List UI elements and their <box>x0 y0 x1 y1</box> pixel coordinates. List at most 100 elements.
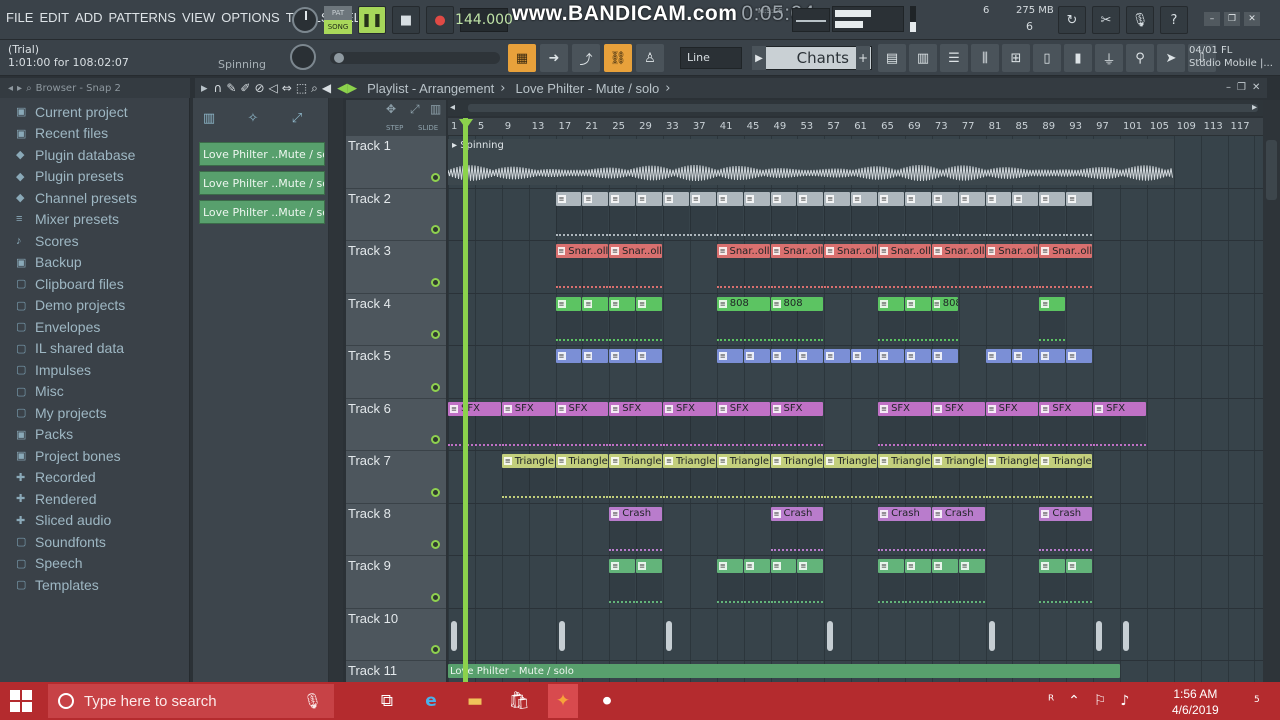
clip-body[interactable] <box>931 520 985 551</box>
pat-song-toggle[interactable]: PAT SONG <box>324 6 352 34</box>
clip-menu-icon[interactable]: ≡ <box>772 247 781 255</box>
link-icon[interactable]: ⛓ <box>604 44 632 72</box>
toolbar-curve-icon[interactable]: ⤢ <box>410 102 420 117</box>
clip-source-3[interactable]: Love Philter ..Mute / solo <box>199 200 325 224</box>
wifi-icon[interactable]: ⚐ <box>1094 693 1107 709</box>
clip-body[interactable] <box>824 258 878 288</box>
playhead-marker-icon[interactable] <box>459 119 473 129</box>
clip-menu-icon[interactable]: ≡ <box>1041 509 1050 518</box>
clip-menu-icon[interactable]: ≡ <box>772 194 781 203</box>
pencil-icon[interactable]: ✎ <box>226 81 236 96</box>
clip-menu-icon[interactable]: ≡ <box>584 299 593 308</box>
taskbar-search[interactable]: Type here to search 🎙 <box>48 684 334 718</box>
clip-menu-icon[interactable]: ≡ <box>1068 352 1077 360</box>
clip-menu-icon[interactable]: ≡ <box>799 562 808 570</box>
clip-body[interactable] <box>609 310 636 341</box>
clip-body[interactable] <box>609 573 636 603</box>
clip-body[interactable] <box>1039 205 1066 236</box>
clip-menu-icon[interactable]: ≡ <box>1068 194 1077 203</box>
pattern-clip[interactable]: ≡ <box>555 296 582 311</box>
clip-menu-icon[interactable]: ≡ <box>691 194 700 203</box>
browser-item[interactable]: ▣ Backup <box>16 252 186 274</box>
clip-menu-icon[interactable]: ≡ <box>584 352 593 360</box>
playlist-window-icon[interactable]: ▤ <box>878 44 906 72</box>
pattern-clip[interactable]: ≡ <box>636 296 663 311</box>
browser-item[interactable]: ◆ Channel presets <box>16 187 186 209</box>
clip-menu-icon[interactable]: ≡ <box>906 299 915 308</box>
browser-item[interactable]: ♪ Scores <box>16 230 186 252</box>
clip-body[interactable] <box>824 205 851 236</box>
clip-body[interactable] <box>931 258 985 288</box>
clip-body[interactable] <box>501 415 555 446</box>
menu-add[interactable]: ADD <box>75 10 102 25</box>
minimize-icon[interactable]: – <box>1204 12 1220 26</box>
add-pattern-icon[interactable]: + <box>856 46 870 70</box>
clip-menu-icon[interactable]: ≡ <box>987 404 996 413</box>
clip-menu-icon[interactable]: ≡ <box>880 352 889 360</box>
clip-body[interactable] <box>797 205 824 236</box>
restore-icon[interactable]: ❐ <box>1224 12 1240 26</box>
pattern-clip[interactable]: ≡ <box>878 349 904 363</box>
pattern-clip[interactable]: ≡ Snar..oll <box>824 244 878 258</box>
clip-menu-icon[interactable]: ≡ <box>1041 562 1050 570</box>
clip-body[interactable] <box>609 468 663 498</box>
pattern-clip[interactable]: ≡ <box>904 191 931 206</box>
clip-menu-icon[interactable]: ≡ <box>853 194 862 203</box>
overview-scroller[interactable] <box>468 104 1258 112</box>
clip-menu-icon[interactable]: ≡ <box>557 299 566 308</box>
browser-item[interactable]: ▢ Impulses <box>16 359 186 381</box>
clip-menu-icon[interactable]: ≡ <box>1068 562 1077 570</box>
clip-body[interactable] <box>555 415 609 446</box>
clip-menu-icon[interactable]: ≡ <box>638 299 647 308</box>
pattern-clip[interactable]: ≡ SFX <box>931 401 985 416</box>
clip-menu-icon[interactable]: ≡ <box>611 404 620 413</box>
tray-chevron-icon[interactable]: ⌃ <box>1068 693 1080 709</box>
taskbar-clock[interactable]: 1:56 AM 4/6/2019 <box>1172 686 1219 718</box>
track-mute-toggle[interactable] <box>431 645 440 654</box>
clip-menu-icon[interactable]: ≡ <box>611 352 620 360</box>
clip-menu-icon[interactable]: ≡ <box>880 562 889 570</box>
clip-menu-icon[interactable]: ≡ <box>933 404 942 413</box>
clip-body[interactable] <box>931 468 985 498</box>
clip-body[interactable] <box>636 205 663 236</box>
clip-body[interactable] <box>904 573 931 603</box>
browser-item[interactable]: ▢ Speech <box>16 553 186 575</box>
clip-menu-icon[interactable]: ≡ <box>1014 194 1023 203</box>
track-header[interactable]: Track 6 <box>346 399 446 451</box>
track-header[interactable]: Track 4 <box>346 294 446 346</box>
clip-menu-icon[interactable]: ≡ <box>987 194 996 203</box>
refresh-icon[interactable]: ↻ <box>1058 6 1086 34</box>
pattern-clip[interactable]: ≡ Crash <box>609 506 663 521</box>
clip-body[interactable] <box>878 520 931 551</box>
clip-menu-icon[interactable]: ≡ <box>665 404 674 413</box>
clip-menu-icon[interactable]: ≡ <box>772 457 781 465</box>
position-slider[interactable] <box>330 52 500 64</box>
clip-body[interactable] <box>663 415 716 446</box>
clip-body[interactable] <box>770 468 824 498</box>
clip-menu-icon[interactable]: ≡ <box>933 352 942 360</box>
pattern-clip[interactable]: ≡ <box>797 559 824 573</box>
clip-menu-icon[interactable]: ≡ <box>745 194 754 203</box>
clip-body[interactable] <box>1066 205 1093 236</box>
help-icon[interactable]: ? <box>1160 6 1188 34</box>
clip-menu-icon[interactable]: ≡ <box>987 352 996 360</box>
pause-button[interactable]: ❚❚ <box>358 6 386 34</box>
browser-item[interactable]: ▣ Current project <box>16 101 186 123</box>
pattern-clip[interactable]: ≡ <box>582 296 609 311</box>
pattern-clip[interactable]: ≡ SFX <box>878 401 931 416</box>
pattern-clip[interactable]: ≡ <box>689 191 716 206</box>
pattern-clip[interactable]: ≡808 <box>931 296 958 311</box>
pattern-clip[interactable]: ≡ SFX <box>1039 401 1093 416</box>
menu-patterns[interactable]: PATTERNS <box>109 10 176 25</box>
clip-body[interactable] <box>689 205 716 236</box>
pattern-clip[interactable]: ≡ Snar..oll <box>555 244 609 258</box>
clip-menu-icon[interactable]: ≡ <box>503 457 512 465</box>
microphone-icon[interactable]: 🎙 <box>303 692 322 710</box>
clip-body[interactable] <box>716 573 743 603</box>
clip-menu-icon[interactable]: ≡ <box>772 562 781 570</box>
clip-body[interactable] <box>716 205 743 236</box>
audio-icon[interactable]: ✧ <box>242 108 264 128</box>
clip-menu-icon[interactable]: ≡ <box>1041 404 1050 413</box>
clip-body[interactable] <box>770 258 824 288</box>
close-icon[interactable]: ✕ <box>1244 12 1260 26</box>
